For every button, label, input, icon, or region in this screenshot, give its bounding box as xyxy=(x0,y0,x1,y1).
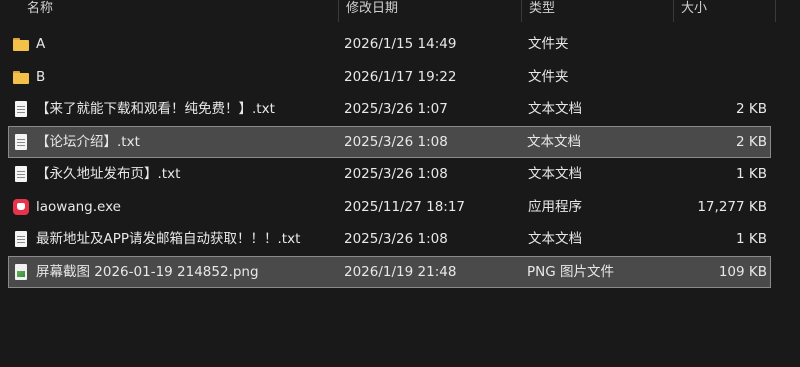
column-header-size[interactable]: 大小 xyxy=(674,0,776,22)
file-name-cell: laowang.exe xyxy=(12,191,121,223)
file-row-selected[interactable]: 【论坛介绍】.txt 2025/3/26 1:08 文本文档 2 KB xyxy=(8,125,771,158)
file-size: 1 KB xyxy=(736,166,767,182)
column-header-type[interactable]: 类型 xyxy=(522,0,674,22)
file-type: 文本文档 xyxy=(527,133,581,150)
file-date: 2026/1/17 19:22 xyxy=(344,68,457,85)
file-size: 2 KB xyxy=(736,101,767,117)
file-name-cell: B xyxy=(12,61,45,93)
file-date: 2025/3/26 1:08 xyxy=(344,231,448,247)
column-header: 名称 修改日期 类型 大小 xyxy=(0,0,800,22)
file-row[interactable]: B 2026/1/17 19:22 文件夹 xyxy=(0,61,800,94)
file-name-cell: 【论坛介绍】.txt xyxy=(12,126,140,158)
file-name: 【来了就能下载和观看！纯免费！】.txt xyxy=(36,101,275,117)
file-name-cell: A xyxy=(12,28,45,60)
column-header-date[interactable]: 修改日期 xyxy=(339,0,522,22)
file-row[interactable]: 最新地址及APP请发邮箱自动获取！！！.txt 2025/3/26 1:08 文… xyxy=(0,223,800,256)
text-file-icon xyxy=(12,100,30,118)
file-name: B xyxy=(36,68,46,85)
file-type: PNG 图片文件 xyxy=(527,263,614,280)
file-type: 文本文档 xyxy=(528,231,582,247)
file-date: 2026/1/19 21:48 xyxy=(344,263,457,280)
file-row[interactable]: laowang.exe 2025/11/27 18:17 应用程序 17,277… xyxy=(0,191,800,224)
file-name-cell: 【来了就能下载和观看！纯免费！】.txt xyxy=(12,93,275,125)
file-name: A xyxy=(36,36,46,52)
folder-icon xyxy=(12,68,30,86)
file-row[interactable]: 【永久地址发布页】.txt 2025/3/26 1:08 文本文档 1 KB xyxy=(0,158,800,191)
file-name: 最新地址及APP请发邮箱自动获取！！！.txt xyxy=(36,231,301,247)
file-row[interactable]: A 2026/1/15 14:49 文件夹 xyxy=(0,28,800,61)
file-date: 2025/11/27 18:17 xyxy=(344,198,466,215)
file-row-selected[interactable]: 屏幕截图 2026-01-19 214852.png 2026/1/19 21:… xyxy=(8,255,771,288)
column-header-name[interactable]: 名称 xyxy=(20,0,339,22)
file-date: 2025/3/26 1:07 xyxy=(344,101,448,117)
file-name: laowang.exe xyxy=(36,198,121,215)
file-explorer: 名称 修改日期 类型 大小 A 2026/1/15 14:49 文件夹 B 20… xyxy=(0,0,800,367)
file-date: 2025/3/26 1:08 xyxy=(344,166,448,182)
file-date: 2026/1/15 14:49 xyxy=(344,36,457,52)
file-type: 文本文档 xyxy=(528,101,582,117)
file-name: 【论坛介绍】.txt xyxy=(36,133,140,150)
text-file-icon xyxy=(12,230,30,248)
text-file-icon xyxy=(12,165,30,183)
file-name-cell: 【永久地址发布页】.txt xyxy=(12,158,180,190)
file-type: 应用程序 xyxy=(528,198,582,215)
file-date: 2025/3/26 1:08 xyxy=(344,133,448,150)
image-file-icon xyxy=(12,263,30,281)
file-size: 17,277 KB xyxy=(697,198,767,215)
folder-icon xyxy=(12,35,30,53)
file-row[interactable]: 【来了就能下载和观看！纯免费！】.txt 2025/3/26 1:07 文本文档… xyxy=(0,93,800,126)
file-type: 文本文档 xyxy=(528,166,582,182)
file-name: 【永久地址发布页】.txt xyxy=(36,166,181,182)
file-size: 109 KB xyxy=(718,263,767,280)
file-name: 屏幕截图 2026-01-19 214852.png xyxy=(36,263,259,280)
app-icon xyxy=(12,198,30,216)
file-list: A 2026/1/15 14:49 文件夹 B 2026/1/17 19:22 … xyxy=(0,28,800,288)
text-file-icon xyxy=(12,133,30,151)
file-name-cell: 最新地址及APP请发邮箱自动获取！！！.txt xyxy=(12,223,300,255)
file-type: 文件夹 xyxy=(528,36,569,52)
file-type: 文件夹 xyxy=(528,68,569,85)
file-size: 1 KB xyxy=(736,231,767,247)
file-name-cell: 屏幕截图 2026-01-19 214852.png xyxy=(12,256,259,288)
file-size: 2 KB xyxy=(736,133,767,150)
